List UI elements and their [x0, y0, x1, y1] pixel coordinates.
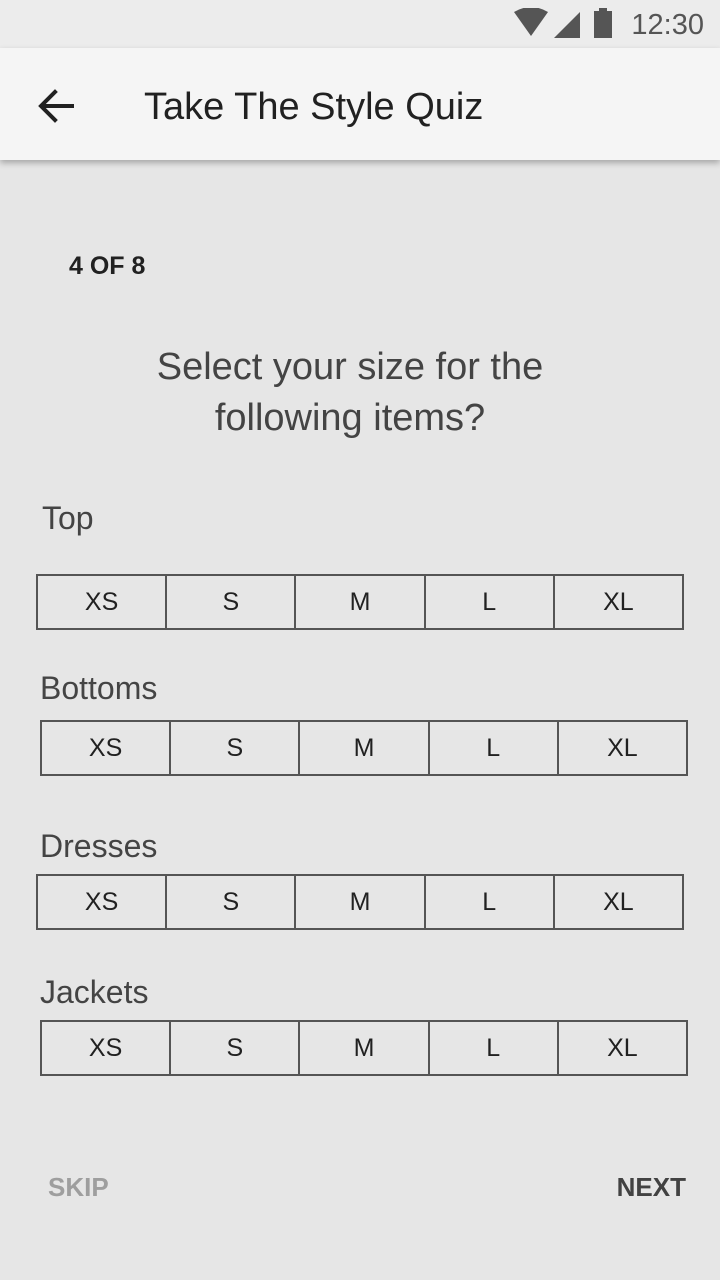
size-option-s[interactable]: S — [165, 574, 297, 630]
size-selector-top: XS S M L XL — [36, 574, 685, 630]
back-button[interactable] — [28, 82, 84, 130]
size-option-s[interactable]: S — [169, 720, 301, 776]
size-option-m[interactable]: M — [294, 874, 426, 930]
step-indicator: 4 OF 8 — [69, 252, 146, 280]
arrow-back-icon — [38, 89, 74, 123]
category-label-bottoms: Bottoms — [40, 670, 158, 706]
wifi-icon — [514, 8, 548, 36]
size-option-xs[interactable]: XS — [36, 574, 168, 630]
size-selector-jackets: XS S M L XL — [40, 1020, 689, 1076]
status-bar: 12:30 — [0, 0, 720, 48]
size-option-m[interactable]: M — [298, 720, 430, 776]
category-label-dresses: Dresses — [40, 828, 158, 864]
question-text: Select your size for the following items… — [156, 346, 544, 439]
size-option-xs[interactable]: XS — [40, 1020, 172, 1076]
next-button[interactable]: NEXT — [617, 1172, 686, 1203]
size-option-xl[interactable]: XL — [552, 874, 685, 930]
app-bar: Take The Style Quiz — [0, 48, 720, 160]
cell-signal-icon — [554, 12, 580, 38]
category-label-jackets: Jackets — [40, 974, 149, 1010]
size-option-xs[interactable]: XS — [36, 874, 168, 930]
size-selector-bottoms: XS S M L XL — [40, 720, 689, 776]
size-option-xs[interactable]: XS — [40, 720, 172, 776]
size-option-l[interactable]: L — [427, 1020, 559, 1076]
size-option-m[interactable]: M — [298, 1020, 430, 1076]
size-option-xl[interactable]: XL — [556, 1020, 689, 1076]
size-option-l[interactable]: L — [423, 874, 555, 930]
size-option-xl[interactable]: XL — [552, 574, 685, 630]
size-option-xl[interactable]: XL — [556, 720, 689, 776]
size-option-l[interactable]: L — [427, 720, 559, 776]
skip-button[interactable]: SKIP — [48, 1172, 109, 1203]
page-title: Take The Style Quiz — [144, 86, 484, 128]
size-option-m[interactable]: M — [294, 574, 426, 630]
size-option-l[interactable]: L — [423, 574, 555, 630]
size-option-s[interactable]: S — [169, 1020, 301, 1076]
battery-icon — [594, 8, 612, 38]
status-time: 12:30 — [631, 9, 704, 41]
category-label-top: Top — [42, 500, 94, 536]
size-selector-dresses: XS S M L XL — [36, 874, 685, 930]
size-option-s[interactable]: S — [165, 874, 297, 930]
status-icons — [514, 8, 612, 38]
